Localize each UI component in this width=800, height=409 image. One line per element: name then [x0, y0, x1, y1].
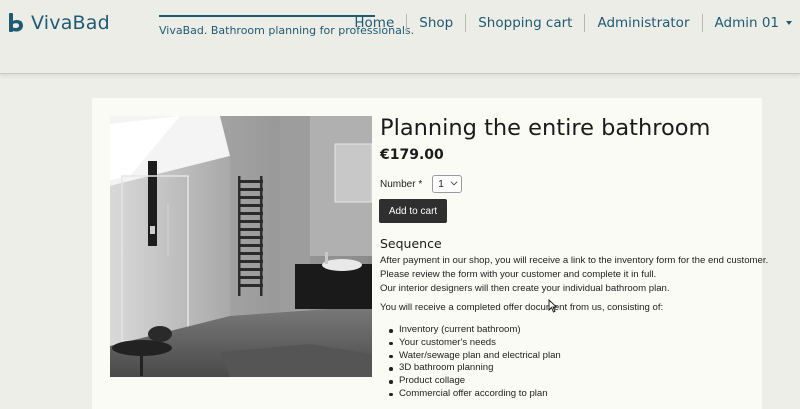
nav-administrator[interactable]: Administrator	[585, 14, 703, 32]
deliverables-list: Inventory (current bathroom) Your custom…	[389, 324, 561, 401]
list-item: Product collage	[389, 375, 561, 388]
bathroom-photo	[110, 116, 372, 377]
quantity-select[interactable]: 1	[432, 175, 463, 193]
quantity-row: Number * 1	[380, 175, 463, 193]
main-nav: Home Shop Shopping cart Administrator Ad…	[342, 14, 792, 32]
mouse-cursor-icon	[548, 299, 558, 313]
caret-down-icon	[786, 21, 792, 25]
sequence-paragraph: After payment in our shop, you will rece…	[380, 254, 768, 295]
sequence-line: Please review the form with your custome…	[380, 268, 657, 280]
nav-user-menu[interactable]: Admin 01	[703, 14, 792, 32]
nav-shop[interactable]: Shop	[407, 14, 467, 32]
sequence-line: Our interior designers will then create …	[380, 282, 670, 294]
user-menu-label: Admin 01	[714, 15, 780, 31]
chevron-down-icon	[450, 178, 458, 186]
add-to-cart-button[interactable]: Add to cart	[379, 199, 447, 223]
nav-home[interactable]: Home	[342, 14, 408, 32]
quantity-label: Number *	[380, 178, 423, 190]
brand-logo-icon	[9, 13, 23, 32]
list-item: Water/sewage plan and electrical plan	[389, 350, 561, 363]
offer-intro: You will receive a completed offer docum…	[380, 302, 664, 313]
site-header: VivaBad VivaBad. Bathroom planning for p…	[0, 0, 800, 74]
brand-name: VivaBad	[31, 12, 110, 34]
brand[interactable]: VivaBad	[8, 12, 110, 34]
nav-shopping-cart[interactable]: Shopping cart	[466, 14, 586, 32]
quantity-value: 1	[438, 178, 444, 190]
product-price: €179.00	[380, 147, 444, 163]
list-item: Commercial offer according to plan	[389, 388, 561, 401]
sequence-line: After payment in our shop, you will rece…	[380, 255, 769, 266]
list-item: Inventory (current bathroom)	[389, 324, 561, 337]
product-title: Planning the entire bathroom	[380, 115, 711, 141]
product-image	[110, 116, 372, 377]
list-item: 3D bathroom planning	[389, 362, 561, 375]
list-item: Your customer's needs	[389, 337, 561, 350]
section-title: Sequence	[380, 236, 442, 251]
